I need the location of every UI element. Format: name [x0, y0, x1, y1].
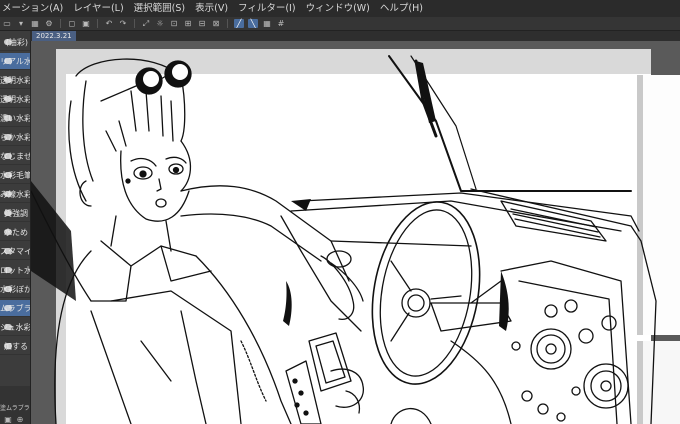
menu-layer[interactable]: レイヤー(L) [68, 0, 128, 17]
toolbar-divider [227, 19, 228, 28]
document-tabbar: 2022.3.21 [30, 31, 680, 41]
brush-stroke-preview-icon [4, 305, 12, 311]
brush-stroke-preview-icon [4, 153, 12, 159]
toolbar-divider [134, 19, 135, 28]
brush-item[interactable]: スタマイズ [0, 243, 30, 260]
command-toolbar: ▭ ▾ ▦ ⚙ ◻ ▣ ↶ ↷ ⤢ ☼ ⊡ ⊞ ⊟ ⊠ ╱ ╲ ▦ # [0, 17, 680, 31]
brush-stroke-preview-icon [4, 267, 12, 273]
brush-stroke-preview-icon [4, 58, 12, 64]
transform-icon[interactable]: ⤢ [141, 19, 151, 28]
brush-item[interactable]: 水彩ぼかし [0, 281, 30, 298]
brush-stroke-preview-icon [4, 324, 12, 330]
brush-item[interactable]: らか水彩 [0, 129, 30, 146]
brush-item[interactable]: ムラブラシ [0, 300, 30, 317]
snap-ruler-icon[interactable]: ╱ [234, 19, 244, 28]
brush-item[interactable]: 透明水彩 [0, 91, 30, 108]
brush-stroke-preview-icon [4, 343, 12, 349]
deselect-icon[interactable]: ⊡ [169, 19, 179, 28]
menu-help[interactable]: ヘルプ(H) [375, 0, 428, 17]
chevron-down-icon[interactable]: ▾ [16, 19, 26, 28]
grid-icon[interactable]: ▦ [30, 19, 40, 28]
brush-stroke-preview-icon [4, 248, 12, 254]
snap-special-ruler-icon[interactable]: ╲ [248, 19, 258, 28]
expand-icon[interactable]: ⊠ [211, 19, 221, 28]
brush-item[interactable]: み線水彩 [0, 186, 30, 203]
brush-item[interactable]: ジュ水彩 [0, 319, 30, 336]
brush-stroke-preview-icon [4, 39, 12, 45]
duplicate-subtool-icon[interactable]: ⊕ [16, 416, 24, 424]
menu-view[interactable]: 表示(V) [190, 0, 233, 17]
brush-item[interactable]: リアル水彩 [0, 53, 30, 70]
brush-stroke-preview-icon [4, 229, 12, 235]
brush-item[interactable]: (油彩) [0, 34, 30, 51]
new-subtool-icon[interactable]: ▣ [4, 416, 12, 424]
layer-icon[interactable]: ▭ [2, 19, 12, 28]
brush-item[interactable]: 透明水彩 [0, 72, 30, 89]
brush-item[interactable]: 水彩毛筆 [0, 167, 30, 184]
brush-item[interactable]: なじませ [0, 148, 30, 165]
fill-icon[interactable]: ▣ [81, 19, 91, 28]
brush-footer-label: 塗ムラブラシ [0, 405, 30, 412]
toolbar-divider [97, 19, 98, 28]
snap-ruler-toggle-icon[interactable]: # [276, 19, 286, 28]
lineart-illustration [31, 55, 657, 424]
invert-icon[interactable]: ⊟ [197, 19, 207, 28]
redo-icon[interactable]: ↷ [118, 19, 128, 28]
menu-filter[interactable]: フィルター(I) [233, 0, 301, 17]
brush-stroke-preview-icon [4, 286, 12, 292]
brush-stroke-preview-icon [4, 172, 12, 178]
crop-icon[interactable]: ⊞ [183, 19, 193, 28]
settings-icon[interactable]: ⚙ [44, 19, 54, 28]
menu-window[interactable]: ウィンドウ(W) [301, 0, 375, 17]
brush-stroke-preview-icon [4, 134, 12, 140]
menu-selection[interactable]: 選択範囲(S) [129, 0, 190, 17]
clear-icon[interactable]: ◻ [67, 19, 77, 28]
document-tab-label: 2022.3.21 [36, 32, 72, 40]
menu-bar: メーション(A) レイヤー(L) 選択範囲(S) 表示(V) フィルター(I) … [0, 0, 680, 18]
sun-icon[interactable]: ☼ [155, 19, 165, 28]
brush-item[interactable]: ロット水彩 [0, 262, 30, 279]
brush-item[interactable]: 濃い水彩 [0, 110, 30, 127]
brush-item[interactable]: 加する [0, 338, 30, 355]
brush-panel-footer: 塗ムラブラシ ▣ ⊕ [0, 386, 30, 424]
brush-item[interactable]: 質強調 [0, 205, 30, 222]
undo-icon[interactable]: ↶ [104, 19, 114, 28]
toolbar-divider [60, 19, 61, 28]
snap-grid-icon[interactable]: ▦ [262, 19, 272, 28]
document-tab[interactable]: 2022.3.21 [32, 31, 76, 41]
brush-stroke-preview-icon [4, 210, 12, 216]
brush-stroke-preview-icon [4, 96, 12, 102]
brush-subtool-panel: (油彩)リアル水彩透明水彩透明水彩濃い水彩らか水彩なじませ水彩毛筆み線水彩質強調… [0, 31, 31, 424]
canvas-area[interactable] [31, 41, 680, 424]
brush-stroke-preview-icon [4, 191, 12, 197]
menu-animation[interactable]: メーション(A) [0, 0, 68, 17]
brush-stroke-preview-icon [4, 115, 12, 121]
brush-stroke-preview-icon [4, 77, 12, 83]
brush-item[interactable]: 水ため [0, 224, 30, 241]
